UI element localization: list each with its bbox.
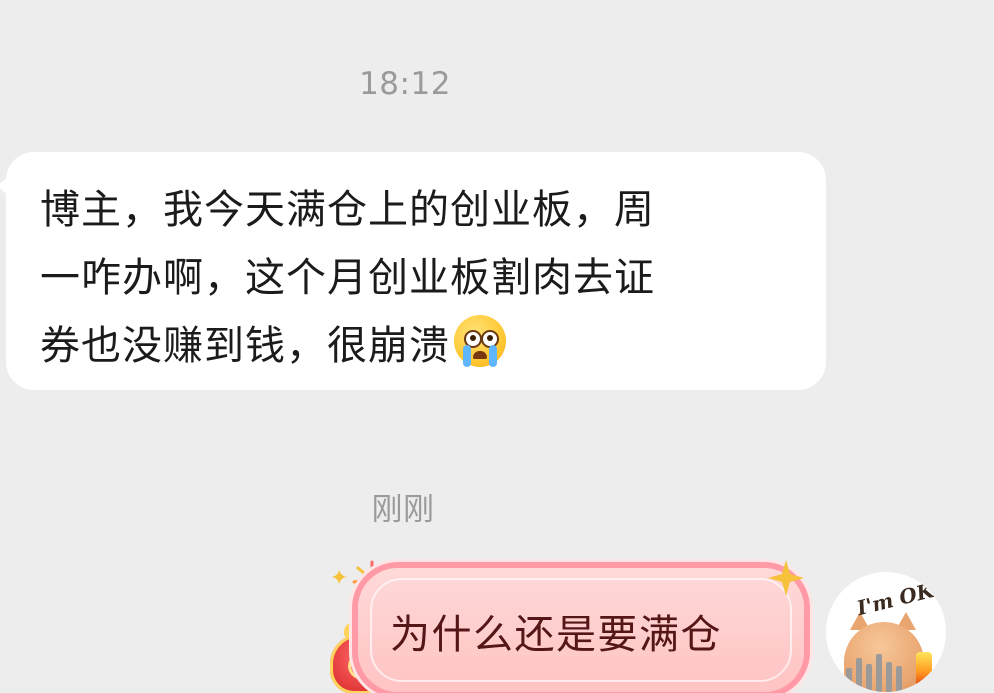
outgoing-message-text: 为什么还是要满仓 <box>390 612 722 658</box>
message-timestamp-recent: 刚刚 <box>371 492 435 528</box>
incoming-message-line: 一咋办啊，这个月创业板割肉去证 <box>40 255 655 301</box>
candle-icon <box>916 652 932 688</box>
sparkle-icon: ✦ <box>330 566 349 591</box>
loudly-crying-face-icon <box>454 315 506 367</box>
star-sparkle-icon <box>768 560 804 596</box>
incoming-message-bubble[interactable]: 博主，我今天满仓上的创业板，周 一咋办啊，这个月创业板割肉去证 券也没赚到钱，很… <box>0 152 826 390</box>
chat-screen: 18:12 博主，我今天满仓上的创业板，周 一咋办啊，这个月创业板割肉去证 券也… <box>0 0 994 693</box>
incoming-message-line: 博主，我今天满仓上的创业板，周 <box>40 187 655 233</box>
outgoing-message-bubble[interactable]: 为什么还是要满仓 <box>358 568 804 692</box>
message-timestamp: 18:12 <box>359 66 451 102</box>
avatar[interactable]: I'm OK! <box>826 572 946 692</box>
incoming-message-text: 博主，我今天满仓上的创业板，周 一咋办啊，这个月创业板割肉去证 券也没赚到钱，很… <box>40 176 780 380</box>
incoming-message-line-text: 券也没赚到钱，很崩溃 <box>40 323 450 369</box>
incoming-message-line: 券也没赚到钱，很崩溃 <box>40 312 780 380</box>
